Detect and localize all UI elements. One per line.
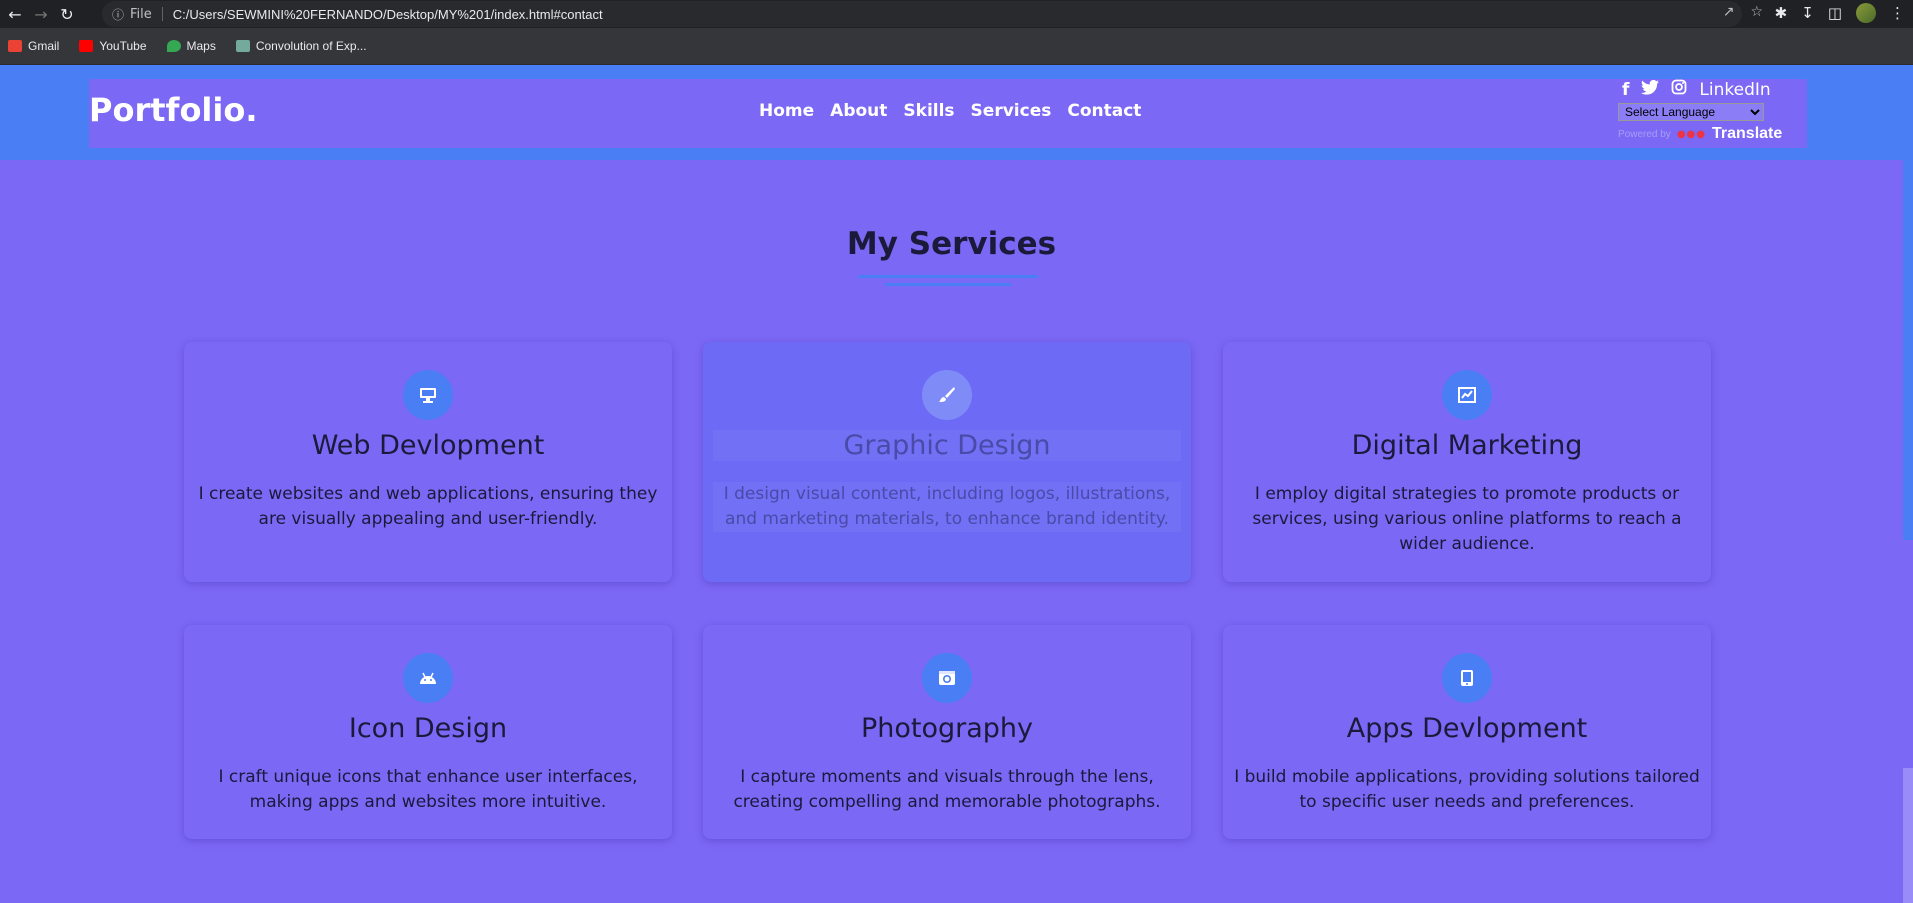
title-underline-short: [885, 283, 1011, 286]
bookmark-maps[interactable]: Maps: [166, 39, 216, 53]
google-logo-icon: ●●●: [1676, 128, 1706, 140]
chatgpt-icon: [235, 40, 250, 52]
section-title: My Services: [846, 226, 1057, 262]
browser-toolbar: ← → ↻ ⓘ File C:/Users/SEWMINI%20FERNANDO…: [0, 0, 1913, 28]
download-icon[interactable]: ↧: [1801, 4, 1814, 22]
bookmark-label: Maps: [186, 39, 216, 53]
divider: [161, 7, 163, 21]
bookmark-youtube[interactable]: YouTube: [79, 39, 147, 53]
service-card-photography[interactable]: Photography I capture moments and visual…: [703, 625, 1191, 839]
card-title: Icon Design: [348, 713, 508, 744]
tablet-icon: [1442, 653, 1492, 703]
avatar[interactable]: [1856, 3, 1876, 23]
card-description: I capture moments and visuals through th…: [733, 767, 1161, 812]
menu-icon[interactable]: ⋮: [1890, 4, 1905, 22]
powered-by-label: Powered by: [1618, 128, 1671, 140]
star-icon[interactable]: ☆: [1750, 4, 1763, 20]
sidepanel-icon[interactable]: ◫: [1828, 4, 1842, 22]
gmail-icon: [8, 40, 22, 52]
forward-icon[interactable]: →: [30, 3, 52, 25]
card-title: Digital Marketing: [1351, 430, 1583, 461]
bookmark-convolution[interactable]: Convolution of Exp...: [235, 39, 367, 53]
scrollbar-thumb[interactable]: [1903, 540, 1913, 768]
share-icon[interactable]: ↗: [1723, 4, 1735, 20]
youtube-icon: [79, 40, 94, 52]
back-icon[interactable]: ←: [4, 3, 26, 25]
service-card-marketing[interactable]: Digital Marketing I employ digital strat…: [1223, 342, 1711, 582]
address-bar[interactable]: ⓘ File C:/Users/SEWMINI%20FERNANDO/Deskt…: [102, 1, 1742, 27]
bookmark-label: Gmail: [28, 39, 60, 53]
monitor-icon: [403, 370, 453, 420]
nav-about[interactable]: About: [830, 101, 887, 121]
nav-skills[interactable]: Skills: [903, 101, 954, 121]
bookmark-label: YouTube: [99, 39, 147, 53]
bookmark-gmail[interactable]: Gmail: [8, 39, 59, 53]
bookmarks-bar: Gmail YouTube Maps Convolution of Exp...: [0, 28, 1913, 65]
card-description: I craft unique icons that enhance user i…: [218, 767, 638, 812]
card-description: I design visual content, including logos…: [713, 482, 1181, 532]
page-scrollbar[interactable]: [1903, 65, 1913, 903]
language-select[interactable]: Select Language: [1618, 103, 1764, 121]
logo[interactable]: Portfolio.: [89, 91, 258, 129]
nav-services[interactable]: Services: [971, 101, 1052, 121]
url-text[interactable]: C:/Users/SEWMINI%20FERNANDO/Desktop/MY%2…: [173, 7, 603, 22]
file-label: File: [130, 6, 152, 22]
reload-icon[interactable]: ↻: [56, 3, 78, 25]
nav-home[interactable]: Home: [759, 101, 814, 121]
card-title: Web Devlopment: [311, 430, 545, 461]
android-icon: [403, 653, 453, 703]
extensions-icon[interactable]: ✱: [1775, 4, 1788, 22]
info-icon[interactable]: ⓘ: [112, 6, 128, 23]
translate-link[interactable]: Translate: [1712, 125, 1782, 143]
google-translate-attribution: Powered by ●●● Translate: [1618, 125, 1782, 143]
service-card-web[interactable]: Web Devlopment I create websites and web…: [184, 342, 672, 582]
camera-icon: [922, 653, 972, 703]
service-card-icon[interactable]: Icon Design I craft unique icons that en…: [184, 625, 672, 839]
twitter-icon[interactable]: [1641, 79, 1660, 100]
header-inner: Portfolio. Home About Skills Services Co…: [89, 79, 1807, 148]
nav-contact[interactable]: Contact: [1067, 101, 1141, 121]
bookmark-label: Convolution of Exp...: [255, 39, 367, 53]
card-title: Photography: [860, 713, 1034, 744]
brush-icon: [922, 370, 972, 420]
main-nav: Home About Skills Services Contact: [759, 101, 1141, 121]
card-title: Apps Devlopment: [1346, 713, 1588, 744]
facebook-icon[interactable]: f: [1622, 80, 1629, 100]
social-links: f LinkedIn: [1622, 79, 1771, 100]
linkedin-link[interactable]: LinkedIn: [1699, 80, 1770, 100]
service-card-apps[interactable]: Apps Devlopment I build mobile applicati…: [1223, 625, 1711, 839]
scrollbar-track: [1903, 768, 1913, 903]
card-description: I build mobile applications, providing s…: [1234, 767, 1700, 812]
service-card-graphic[interactable]: Graphic Design I design visual content, …: [703, 342, 1191, 582]
card-title: Graphic Design: [713, 430, 1181, 461]
instagram-icon[interactable]: [1671, 79, 1687, 100]
card-description: I employ digital strategies to promote p…: [1252, 484, 1682, 554]
chart-icon: [1442, 370, 1492, 420]
card-description: I create websites and web applications, …: [198, 484, 658, 529]
maps-icon: [166, 40, 181, 52]
site-header: Portfolio. Home About Skills Services Co…: [0, 65, 1903, 160]
title-underline: [858, 275, 1038, 278]
